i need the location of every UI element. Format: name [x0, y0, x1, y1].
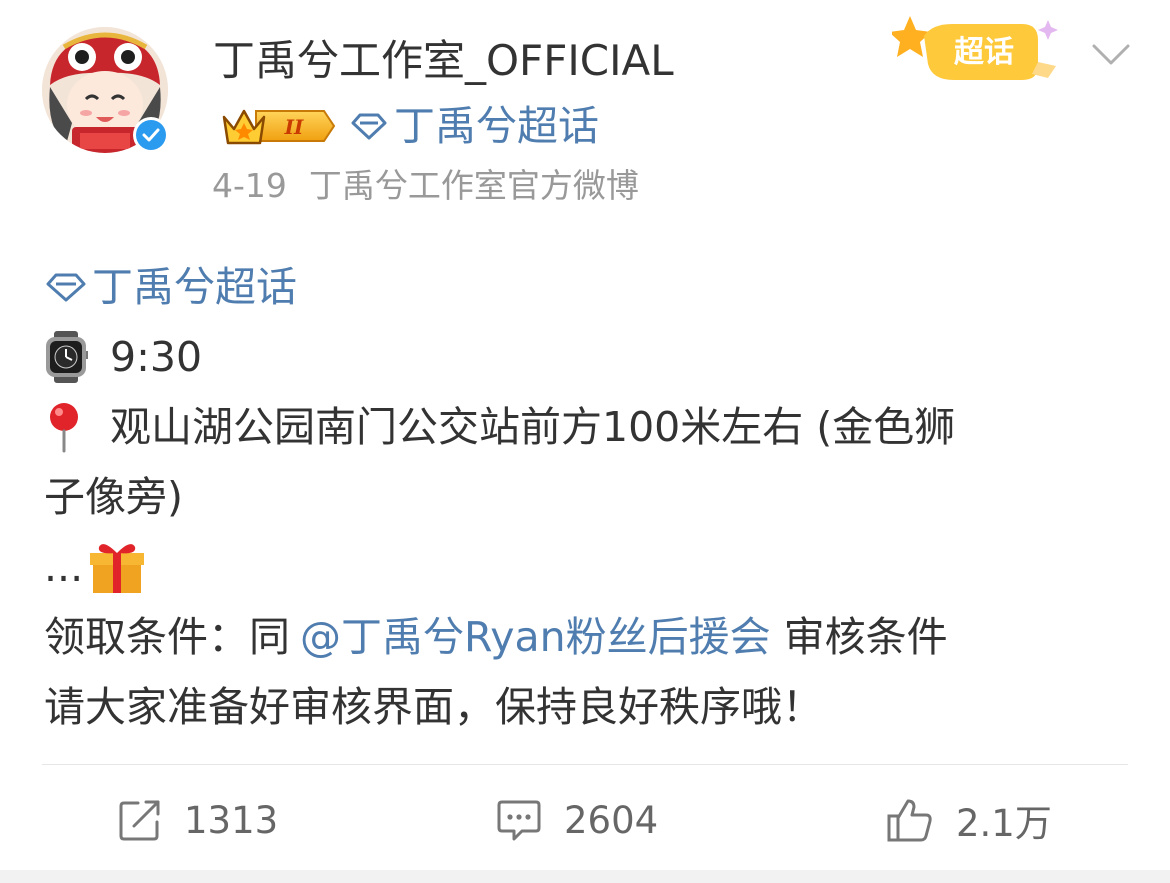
content-ellipsis: ... [44, 543, 84, 591]
topic-badge-label: 丁禹兮超话 [394, 102, 599, 150]
content-topic-link[interactable]: 丁禹兮超话 [92, 252, 297, 322]
comment-icon [497, 800, 541, 841]
divider [42, 764, 1128, 765]
post-date: 4-19 [212, 166, 287, 205]
supertopic-tag-label: 超话 [954, 35, 1014, 70]
gift-icon [90, 544, 145, 593]
bottom-separator [0, 870, 1170, 883]
checkmark-icon [142, 128, 160, 142]
verified-badge [133, 117, 169, 153]
diamond-icon [46, 273, 86, 302]
content-location-line1: 观山湖公园南门公交站前方100米左右 (金色狮 [110, 403, 956, 451]
post-meta: 4-19 丁禹兮工作室官方微博 [212, 166, 639, 206]
watch-icon [46, 331, 88, 383]
thumbs-up-icon [887, 799, 932, 842]
crown-level-badge[interactable]: II [220, 103, 336, 149]
post-source: 丁禹兮工作室官方微博 [308, 166, 639, 205]
content-time-line: 9:30 [44, 322, 1134, 392]
mention-link[interactable]: @丁禹兮Ryan粉丝后援会 [300, 602, 771, 672]
post-content: 丁禹兮超话 9:30 观山湖公园南门公交站前方100米左右 (金色狮 子像旁) … [44, 252, 1134, 742]
like-button[interactable]: 2.1万 [886, 790, 1052, 850]
like-count: 2.1万 [956, 802, 1052, 845]
comment-button[interactable]: 2604 [496, 790, 658, 850]
content-condition-line: 领取条件：同 @丁禹兮Ryan粉丝后援会 审核条件 [44, 602, 1134, 672]
content-topic-line[interactable]: 丁禹兮超话 [44, 252, 1134, 322]
content-condition-suffix: 审核条件 [770, 613, 948, 661]
chevron-down-icon[interactable] [1090, 38, 1132, 72]
repost-count: 1313 [184, 798, 279, 842]
badge-level-text: II [284, 115, 304, 139]
action-bar: 1313 2604 2.1万 [0, 790, 1170, 850]
badge-row: II 丁禹兮超话 [220, 102, 599, 150]
username[interactable]: 丁禹兮工作室_OFFICIAL [213, 36, 674, 86]
content-closing-line: 请大家准备好审核界面，保持良好秩序哦！ [44, 683, 823, 731]
content-condition-prefix: 领取条件：同 [44, 613, 290, 661]
supertopic-tag[interactable]: 超话 [892, 10, 1072, 94]
repost-button[interactable]: 1313 [118, 790, 278, 850]
repost-icon [119, 800, 160, 841]
content-location-line2: 子像旁) [44, 473, 183, 521]
content-gift-line: ... [44, 532, 1134, 602]
content-location-line: 观山湖公园南门公交站前方100米左右 (金色狮 [44, 392, 1134, 462]
comment-count: 2604 [564, 798, 659, 842]
topic-badge-link[interactable]: 丁禹兮超话 [350, 102, 599, 150]
pushpin-icon [50, 403, 78, 453]
diamond-icon [351, 113, 387, 140]
content-time: 9:30 [110, 333, 203, 381]
